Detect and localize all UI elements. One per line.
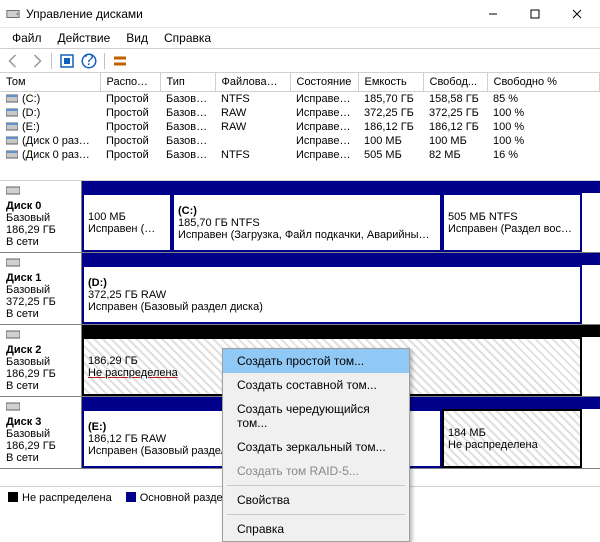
menu-view[interactable]: Вид	[118, 29, 156, 47]
disk-status: В сети	[6, 236, 77, 248]
disk-row: Диск 0Базовый186,29 ГБВ сети 100 МБИсправ…	[0, 181, 600, 253]
disk-type: Базовый	[6, 284, 77, 296]
disk-type: Базовый	[6, 212, 77, 224]
context-menu-item[interactable]: Создать зеркальный том...	[223, 435, 409, 459]
settings-button[interactable]	[110, 51, 130, 71]
context-menu: Создать простой том...Создать составной …	[222, 348, 410, 542]
disk-icon	[6, 257, 77, 270]
legend-unallocated: Не распределена	[8, 492, 112, 504]
column-header[interactable]: Файловая с...	[215, 73, 290, 92]
context-menu-item[interactable]: Справка	[223, 517, 409, 541]
disk-size: 372,25 ГБ	[6, 296, 77, 308]
volume-table: ТомРасполо...ТипФайловая с...СостояниеЕм…	[0, 73, 600, 181]
context-menu-item[interactable]: Создать составной том...	[223, 373, 409, 397]
divider	[104, 53, 105, 69]
disk-type: Базовый	[6, 428, 77, 440]
partition[interactable]: 505 МБ NTFSИсправен (Раздел восстановле	[442, 193, 582, 252]
table-row[interactable]: (C:)ПростойБазовыйNTFSИсправен...185,70 …	[0, 92, 600, 107]
disk-type: Базовый	[6, 356, 77, 368]
app-icon	[6, 7, 20, 21]
partition[interactable]: 100 МБИсправен (Шифрован	[82, 193, 172, 252]
disk-name: Диск 3	[6, 416, 77, 428]
disk-icon	[6, 329, 77, 342]
close-button[interactable]	[556, 0, 598, 28]
divider	[51, 53, 52, 69]
menu-action[interactable]: Действие	[50, 29, 119, 47]
table-row[interactable]: (D:)ПростойБазовыйRAWИсправен...372,25 Г…	[0, 106, 600, 120]
column-header[interactable]: Состояние	[290, 73, 358, 92]
minimize-button[interactable]	[472, 0, 514, 28]
context-menu-item: Создать том RAID-5...	[223, 459, 409, 483]
help-button[interactable]: ?	[79, 51, 99, 71]
menu-file[interactable]: Файл	[4, 29, 50, 47]
context-menu-item[interactable]: Создать чередующийся том...	[223, 397, 409, 435]
disk-status: В сети	[6, 308, 77, 320]
partition[interactable]: 184 МБНе распределена	[442, 409, 582, 468]
column-header[interactable]: Свободно %	[487, 73, 600, 92]
disk-row: Диск 1Базовый372,25 ГБВ сети (D:)372,25 Г…	[0, 253, 600, 325]
disk-stripe	[82, 253, 600, 265]
table-row[interactable]: (E:)ПростойБазовыйRAWИсправен...186,12 Г…	[0, 120, 600, 134]
legend-primary: Основной раздел	[126, 492, 229, 504]
menu-help[interactable]: Справка	[156, 29, 219, 47]
maximize-button[interactable]	[514, 0, 556, 28]
toolbar: ?	[0, 49, 600, 73]
back-button[interactable]	[4, 51, 24, 71]
svg-text:?: ?	[84, 52, 93, 69]
forward-button[interactable]	[26, 51, 46, 71]
context-menu-item[interactable]: Свойства	[223, 488, 409, 512]
disk-name: Диск 2	[6, 344, 77, 356]
disk-stripe	[82, 181, 600, 193]
partition[interactable]: (D:)372,25 ГБ RAWИсправен (Базовый разде…	[82, 265, 582, 324]
column-header[interactable]: Свобод...	[423, 73, 487, 92]
context-menu-item[interactable]: Создать простой том...	[223, 349, 409, 373]
disk-icon	[6, 185, 77, 198]
disk-status: В сети	[6, 380, 77, 392]
disk-name: Диск 0	[6, 200, 77, 212]
column-header[interactable]: Том	[0, 73, 100, 92]
column-header[interactable]: Тип	[160, 73, 215, 92]
window-title: Управление дисками	[26, 7, 472, 21]
partition[interactable]: (C:)185,70 ГБ NTFSИсправен (Загрузка, Фа…	[172, 193, 442, 252]
disk-size: 186,29 ГБ	[6, 368, 77, 380]
table-row[interactable]: (Диск 0 раздел 4)ПростойБазовыйNTFSИспра…	[0, 148, 600, 162]
disk-stripe	[82, 325, 600, 337]
refresh-button[interactable]	[57, 51, 77, 71]
column-header[interactable]: Располо...	[100, 73, 160, 92]
menu-bar: Файл Действие Вид Справка	[0, 28, 600, 48]
table-row[interactable]: (Диск 0 раздел 1)ПростойБазовыйИсправен.…	[0, 134, 600, 148]
column-header[interactable]: Емкость	[358, 73, 423, 92]
disk-size: 186,29 ГБ	[6, 440, 77, 452]
disk-icon	[6, 401, 77, 414]
disk-size: 186,29 ГБ	[6, 224, 77, 236]
title-bar: Управление дисками	[0, 0, 600, 28]
disk-status: В сети	[6, 452, 77, 464]
disk-name: Диск 1	[6, 272, 77, 284]
